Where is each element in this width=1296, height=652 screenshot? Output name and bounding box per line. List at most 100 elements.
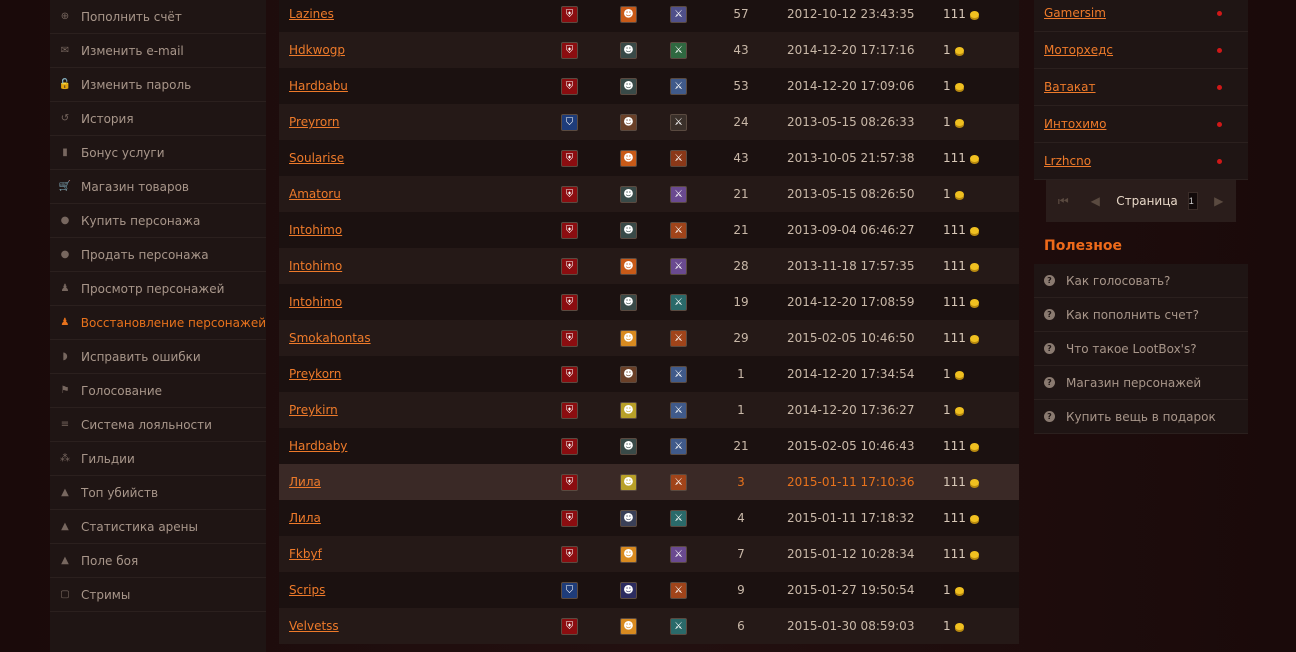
price-value: 111: [943, 151, 966, 165]
coin-icon: [954, 406, 964, 414]
coin-icon: [954, 586, 964, 594]
first-page-icon[interactable]: ⏮: [1052, 190, 1074, 212]
price-value: 111: [943, 475, 966, 489]
character-name-link[interactable]: Intohimo: [289, 259, 342, 273]
character-name-link[interactable]: Preyrorn: [289, 115, 340, 129]
menu-item[interactable]: ◗ Исправить ошибки: [50, 340, 266, 374]
class-icon: ⚔: [670, 5, 687, 23]
table-row: Лила ⛨ ☻ ⚔ 4 2015-01-11 17:18:32 111: [279, 500, 1019, 536]
menu-item-label: Купить персонажа: [81, 213, 201, 228]
online-player-row: Gamersim: [1034, 0, 1248, 32]
table-row: Velvetss ⛨ ☻ ⚔ 6 2015-01-30 08:59:03 1: [279, 608, 1019, 644]
question-icon: ?: [1044, 411, 1055, 422]
class-icon: ⚔: [670, 617, 687, 635]
character-price: 1: [943, 619, 964, 633]
race-portrait-icon: ☻: [620, 41, 637, 59]
price-value: 111: [943, 511, 966, 525]
page-input[interactable]: [1187, 192, 1198, 210]
character-date: 2013-09-04 06:46:27: [787, 223, 915, 237]
menu-item[interactable]: 🔓 Изменить пароль: [50, 68, 266, 102]
menu-item[interactable]: ▮ Бонус услуги: [50, 136, 266, 170]
character-name-link[interactable]: Hardbabu: [289, 79, 348, 93]
table-row: Scrips ⛉ ☻ ⚔ 9 2015-01-27 19:50:54 1: [279, 572, 1019, 608]
character-level: 1: [737, 403, 745, 417]
menu-item[interactable]: ♟ Восстановление персонажей: [50, 306, 266, 340]
character-name-link[interactable]: Лила: [289, 475, 321, 489]
character-level: 3: [737, 475, 745, 489]
online-player-link[interactable]: Интохимо: [1044, 117, 1106, 131]
menu-item[interactable]: ▢ Стримы: [50, 578, 266, 612]
next-page-icon[interactable]: ▶: [1208, 190, 1230, 212]
character-price: 1: [943, 79, 964, 93]
coin-icon: [969, 298, 979, 306]
class-icon: ⚔: [670, 365, 687, 383]
menu-item[interactable]: ✉ Изменить e-mail: [50, 34, 266, 68]
menu-item[interactable]: ⊕ Пополнить счёт: [50, 0, 266, 34]
menu-item[interactable]: ≡ Система лояльности: [50, 408, 266, 442]
character-name-link[interactable]: Лила: [289, 511, 321, 525]
menu-item-label: Топ убийств: [81, 485, 159, 500]
prev-page-icon[interactable]: ◀: [1084, 190, 1106, 212]
menu-item[interactable]: ⁂ Гильдии: [50, 442, 266, 476]
character-level: 4: [737, 511, 745, 525]
menu-item[interactable]: ↺ История: [50, 102, 266, 136]
price-value: 111: [943, 439, 966, 453]
table-row: Preykorn ⛨ ☻ ⚔ 1 2014-12-20 17:34:54 1: [279, 356, 1019, 392]
price-value: 1: [943, 367, 951, 381]
character-date: 2015-01-11 17:18:32: [787, 511, 915, 525]
character-name-link[interactable]: Intohimo: [289, 223, 342, 237]
race-portrait-icon: ☻: [620, 77, 637, 95]
person-icon: ♟: [60, 283, 70, 294]
help-link[interactable]: ? Купить вещь в подарок: [1034, 400, 1248, 434]
help-link[interactable]: ? Магазин персонажей: [1034, 366, 1248, 400]
menu-item[interactable]: ⚑ Голосование: [50, 374, 266, 408]
question-icon: ?: [1044, 343, 1055, 354]
price-value: 111: [943, 331, 966, 345]
character-name-link[interactable]: Hdkwogp: [289, 43, 345, 57]
online-player-link[interactable]: Ватакат: [1044, 80, 1096, 94]
price-value: 111: [943, 223, 966, 237]
menu-item[interactable]: ♟ Просмотр персонажей: [50, 272, 266, 306]
race-portrait-icon: ☻: [620, 581, 637, 599]
menu-item[interactable]: ▲ Поле боя: [50, 544, 266, 578]
menu-item[interactable]: ● Продать персонажа: [50, 238, 266, 272]
horde-faction-icon: ⛨: [561, 545, 578, 563]
menu-item[interactable]: ● Купить персонажа: [50, 204, 266, 238]
help-link[interactable]: ? Что такое LootBox's?: [1034, 332, 1248, 366]
character-name-link[interactable]: Preykirn: [289, 403, 338, 417]
menu-item-label: Магазин товаров: [81, 179, 189, 194]
character-price: 1: [943, 403, 964, 417]
character-price: 111: [943, 7, 979, 21]
price-value: 1: [943, 403, 951, 417]
online-player-row: Ватакат: [1034, 69, 1248, 106]
character-level: 7: [737, 547, 745, 561]
help-link[interactable]: ? Как голосовать?: [1034, 264, 1248, 298]
character-name-link[interactable]: Lazines: [289, 7, 334, 21]
character-level: 53: [733, 79, 749, 93]
character-name-link[interactable]: Fkbyf: [289, 547, 322, 561]
character-name-link[interactable]: Preykorn: [289, 367, 341, 381]
online-player-link[interactable]: Lrzhcno: [1044, 154, 1091, 168]
price-value: 1: [943, 187, 951, 201]
character-name-link[interactable]: Soularise: [289, 151, 344, 165]
help-link[interactable]: ? Как пополнить счет?: [1034, 298, 1248, 332]
character-name-link[interactable]: Amatoru: [289, 187, 341, 201]
user-icon: ●: [60, 249, 70, 260]
character-name-link[interactable]: Intohimo: [289, 295, 342, 309]
online-player-link[interactable]: Моторхедс: [1044, 43, 1113, 57]
class-icon: ⚔: [670, 329, 687, 347]
menu-item[interactable]: ▲ Топ убийств: [50, 476, 266, 510]
character-name-link[interactable]: Hardbaby: [289, 439, 347, 453]
character-price: 1: [943, 43, 964, 57]
menu-item[interactable]: 🛒 Магазин товаров: [50, 170, 266, 204]
menu-item-label: Статистика арены: [81, 519, 198, 534]
character-date: 2014-12-20 17:34:54: [787, 367, 915, 381]
character-name-link[interactable]: Scrips: [289, 583, 325, 597]
alliance-faction-icon: ⛉: [561, 581, 578, 599]
character-name-link[interactable]: Velvetss: [289, 619, 339, 633]
menu-item[interactable]: ▲ Статистика арены: [50, 510, 266, 544]
character-name-link[interactable]: Smokahontas: [289, 331, 371, 345]
online-player-link[interactable]: Gamersim: [1044, 6, 1106, 20]
class-icon: ⚔: [670, 113, 687, 131]
coin-icon: [954, 118, 964, 126]
